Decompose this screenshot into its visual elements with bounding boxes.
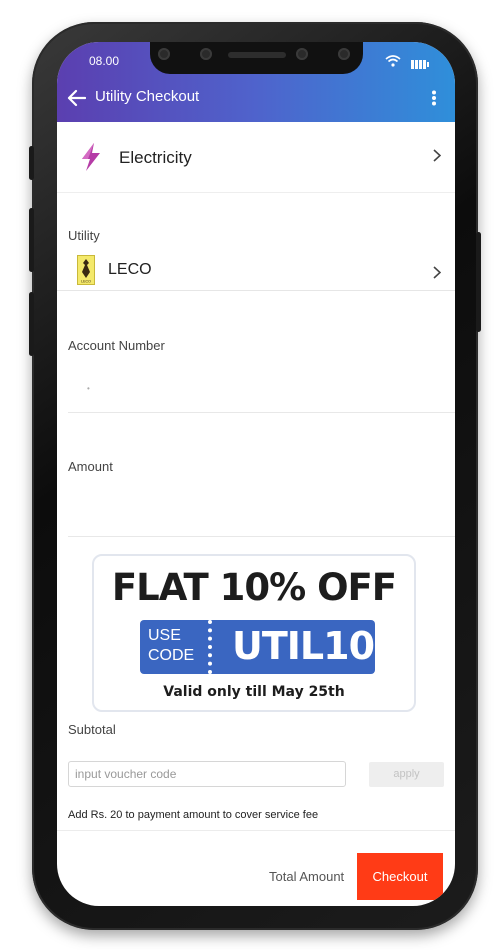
dotted-divider — [208, 620, 212, 674]
more-vert-icon[interactable] — [431, 90, 437, 111]
page-title: Utility Checkout — [95, 88, 200, 105]
volume-up-button — [29, 146, 34, 180]
account-number-label: Account Number — [68, 338, 165, 353]
wifi-icon — [385, 54, 401, 72]
silent-button — [29, 292, 34, 356]
sensor-icon — [296, 48, 308, 60]
use-code-label: USE CODE — [148, 626, 198, 666]
power-button — [476, 232, 481, 332]
apply-voucher-button[interactable]: apply — [369, 762, 444, 787]
promo-headline: FLAT 10% OFF — [111, 566, 397, 609]
lightning-bolt-icon — [79, 142, 103, 177]
category-row[interactable]: Electricity — [57, 122, 455, 193]
promo-banner: FLAT 10% OFF USE CODE UTIL10 Valid only … — [92, 554, 416, 712]
status-time: 08.00 — [89, 54, 120, 68]
back-arrow-icon[interactable] — [66, 89, 87, 112]
sensor-icon — [338, 48, 350, 60]
chevron-right-icon — [433, 146, 442, 167]
code-label: CODE — [148, 647, 195, 664]
voucher-code-input[interactable]: input voucher code — [68, 761, 346, 787]
promo-code: UTIL10 — [232, 624, 375, 668]
checkout-button[interactable]: Checkout — [357, 853, 443, 900]
utility-provider-name: LECO — [108, 261, 152, 278]
sensor-icon — [200, 48, 212, 60]
front-camera-icon — [158, 48, 170, 60]
screen: 08.00 Utility Checkout Electricity Utili… — [57, 42, 455, 906]
divider — [68, 536, 455, 537]
account-number-input[interactable]: • — [87, 384, 90, 393]
total-amount-label: Total Amount — [269, 869, 345, 884]
svg-text:LECO: LECO — [81, 280, 91, 284]
utility-section-label: Utility — [68, 228, 100, 243]
promo-code-box: USE CODE UTIL10 — [140, 620, 375, 674]
promo-validity: Valid only till May 25th — [163, 684, 345, 700]
chevron-right-icon — [433, 263, 442, 284]
battery-icon — [411, 56, 429, 74]
app-header: 08.00 Utility Checkout — [57, 42, 455, 122]
speaker-grille — [228, 52, 286, 58]
notch — [150, 42, 363, 74]
utility-provider-row[interactable]: LECO LECO — [57, 250, 455, 291]
subtotal-label: Subtotal — [68, 722, 116, 737]
service-fee-note: Add Rs. 20 to payment amount to cover se… — [68, 809, 319, 821]
use-label: USE — [148, 627, 181, 644]
category-label: Electricity — [119, 148, 192, 167]
leco-logo: LECO — [77, 255, 95, 285]
volume-down-button — [29, 208, 34, 272]
amount-label: Amount — [68, 459, 113, 474]
divider — [57, 830, 455, 831]
divider — [68, 412, 455, 413]
